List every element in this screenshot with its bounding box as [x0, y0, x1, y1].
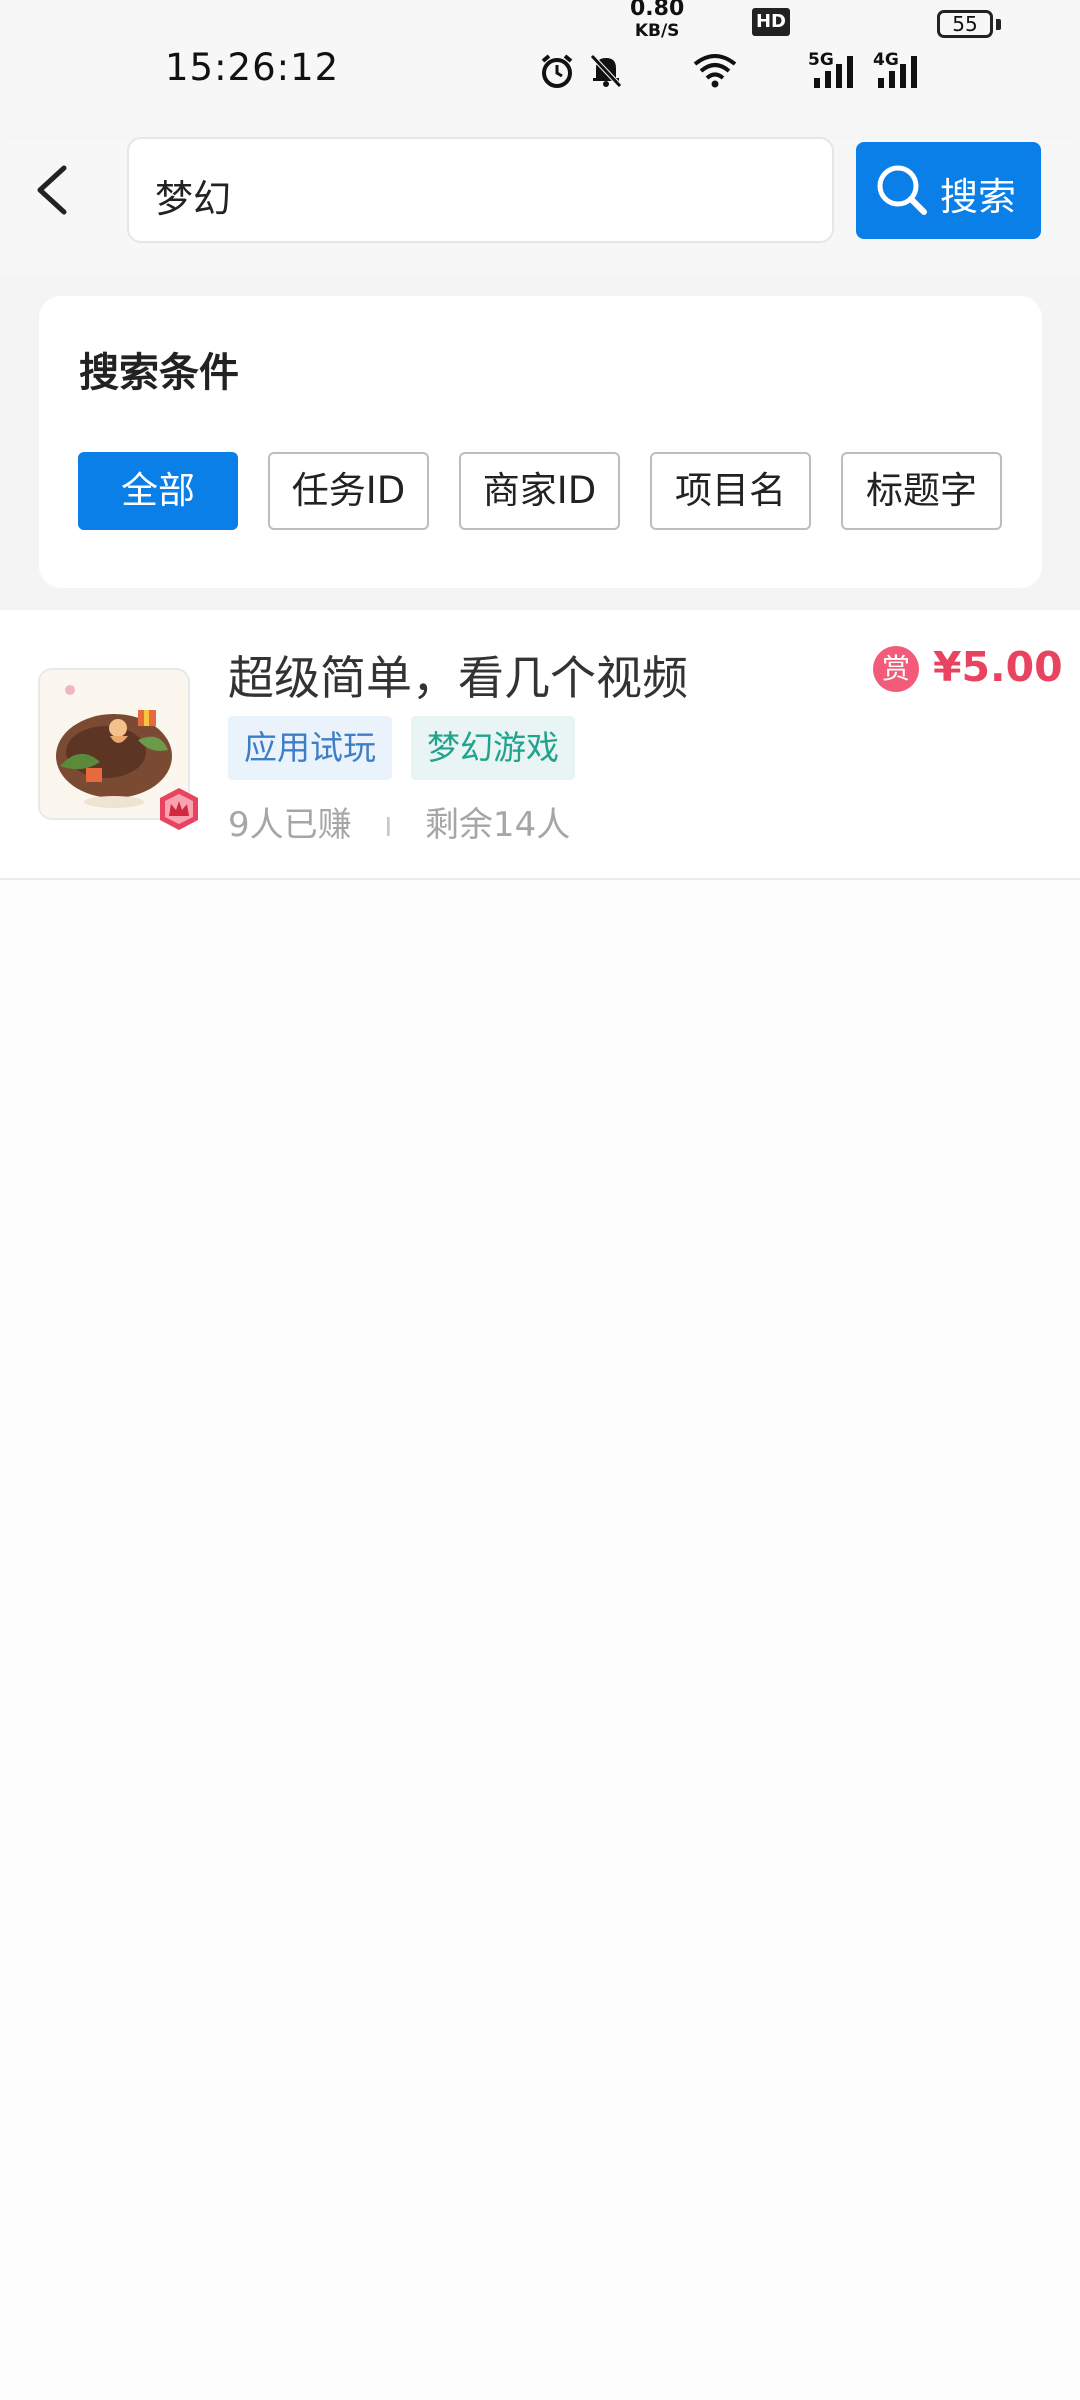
- task-tag-game: 梦幻游戏: [411, 716, 575, 780]
- signal-4g-icon: [878, 56, 917, 88]
- filter-chip-task-id[interactable]: 任务ID: [268, 452, 429, 530]
- net-speed-unit: KB/S: [634, 21, 680, 41]
- search-conditions-title: 搜索条件: [79, 350, 239, 396]
- search-input-value: 梦幻: [155, 177, 232, 221]
- task-title: 超级简单，看几个视频: [228, 651, 688, 705]
- search-input[interactable]: [127, 137, 834, 243]
- battery-tip: [996, 19, 1001, 30]
- net-speed-value: 0.80: [630, 0, 685, 21]
- signal-5g-icon: [814, 56, 853, 88]
- task-meta-separator: I: [384, 813, 393, 843]
- filter-chip-all[interactable]: 全部: [78, 452, 238, 530]
- alarm-icon: [541, 54, 573, 88]
- search-button-label: 搜索: [940, 175, 1017, 219]
- search-icon: [877, 165, 927, 215]
- status-time: 15:26:12: [165, 46, 340, 89]
- back-icon[interactable]: [28, 160, 88, 220]
- reward-icon: 赏: [873, 646, 919, 692]
- task-meta: 9人已赚 I 剩余14人: [228, 797, 570, 846]
- wifi-icon: [693, 54, 737, 88]
- battery-icon: 55: [937, 10, 993, 38]
- task-earned-count: 9人已赚: [228, 805, 352, 845]
- task-remaining-count: 剩余14人: [424, 805, 571, 845]
- mute-bell-icon: [590, 54, 622, 88]
- task-reward-amount: ¥5.00: [933, 643, 1063, 691]
- filter-chip-merchant-id[interactable]: 商家ID: [459, 452, 620, 530]
- task-tag-app-trial: 应用试玩: [228, 716, 392, 780]
- net-speed: 0.80 KB/S: [630, 0, 684, 42]
- filter-chip-project-name[interactable]: 项目名: [650, 452, 811, 530]
- search-button[interactable]: 搜索: [856, 142, 1041, 239]
- hd-icon: HD: [752, 8, 790, 36]
- crown-badge-icon: [160, 788, 198, 830]
- filter-chip-title-word[interactable]: 标题字: [841, 452, 1002, 530]
